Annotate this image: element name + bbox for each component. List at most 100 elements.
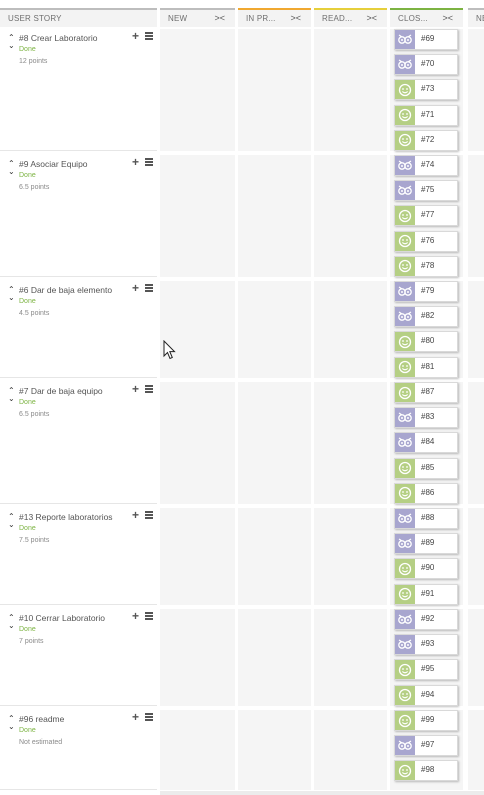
user-story-title[interactable]: #13 Reporte laboratorios [19, 512, 113, 522]
task-card[interactable]: #70 [394, 54, 458, 76]
task-card[interactable]: #99 [394, 710, 458, 731]
task-ref: #99 [421, 715, 435, 724]
task-card[interactable]: #78 [394, 255, 458, 277]
bulk-add-icon[interactable] [145, 284, 153, 292]
task-ref: #87 [421, 387, 435, 396]
collapse-story-icon[interactable]: ⌃ ⌄ [8, 160, 15, 176]
collapse-story-icon[interactable]: ⌃ ⌄ [8, 387, 15, 403]
user-story-card: ⌃ ⌄ #10 Cerrar Laboratorio Done 7 points + [0, 609, 157, 706]
task-card[interactable]: #69 [394, 29, 458, 50]
collapse-story-icon[interactable]: ⌃ ⌄ [8, 513, 15, 529]
owl-avatar-icon [395, 509, 415, 528]
taskboard-cell [468, 508, 484, 605]
task-card[interactable]: #82 [394, 306, 458, 328]
task-card[interactable]: #83 [394, 407, 458, 429]
add-task-icon[interactable]: + [132, 382, 139, 396]
user-story-points: 7 points [19, 638, 44, 645]
task-card[interactable]: #74 [394, 155, 458, 176]
task-card[interactable]: #71 [394, 104, 458, 126]
task-ref: #71 [421, 109, 435, 119]
user-story-status: Done [19, 399, 36, 406]
task-card[interactable]: #87 [394, 382, 458, 403]
column-title: USER STORY [8, 14, 62, 23]
collapse-story-icon[interactable]: ⌃ ⌄ [8, 34, 15, 50]
smiley-avatar-icon [395, 685, 415, 705]
fold-column-icon[interactable]: >< [290, 13, 301, 23]
user-story-title[interactable]: #7 Dar de baja equipo [19, 386, 103, 396]
task-ref: #84 [421, 437, 435, 447]
fold-column-icon[interactable]: >< [442, 13, 453, 23]
user-story-status: Done [19, 46, 36, 53]
add-task-icon[interactable]: + [132, 508, 139, 522]
task-ref: #80 [421, 336, 435, 346]
add-task-icon[interactable]: + [132, 609, 139, 623]
task-card[interactable]: #76 [394, 230, 458, 252]
collapse-story-icon[interactable]: ⌃ ⌄ [8, 614, 15, 630]
add-task-icon[interactable]: + [132, 29, 139, 43]
fold-column-icon[interactable]: >< [214, 13, 225, 23]
task-card[interactable]: #73 [394, 79, 458, 101]
column-header-status-4: CLOS... >< [390, 8, 463, 27]
task-card[interactable]: #98 [394, 760, 458, 782]
owl-avatar-icon [395, 610, 415, 629]
taskboard-cell [314, 382, 387, 504]
taskboard-cell [314, 710, 387, 790]
taskboard-header: USER STORY NEW >< IN PR... >< READ... >< CLOS..… [0, 8, 484, 27]
task-ref: #76 [421, 235, 435, 245]
user-story-title[interactable]: #10 Cerrar Laboratorio [19, 613, 105, 623]
taskboard-cell [238, 508, 311, 605]
taskboard-cell [160, 791, 484, 795]
user-story-points: Not estimated [19, 739, 63, 746]
task-card[interactable]: #75 [394, 180, 458, 202]
bulk-add-icon[interactable] [145, 158, 153, 166]
bulk-add-icon[interactable] [145, 612, 153, 620]
user-story-title[interactable]: #6 Dar de baja elemento [19, 285, 112, 295]
task-card[interactable]: #92 [394, 609, 458, 630]
story-swimlane: ⌃ ⌄ #96 readme Done Not estimated + #99 #97 #98 [0, 710, 484, 790]
smiley-avatar-icon [395, 80, 415, 100]
task-card[interactable]: #97 [394, 735, 458, 757]
collapse-story-icon[interactable]: ⌃ ⌄ [8, 715, 15, 731]
user-story-card: ⌃ ⌄ #6 Dar de baja elemento Done 4.5 points + [0, 281, 157, 378]
user-story-card: ⌃ ⌄ #96 readme Done Not estimated + [0, 710, 157, 790]
add-task-icon[interactable]: + [132, 710, 139, 724]
owl-avatar-icon [395, 181, 415, 201]
collapse-story-icon[interactable]: ⌃ ⌄ [8, 286, 15, 302]
add-task-icon[interactable]: + [132, 281, 139, 295]
task-card[interactable]: #94 [394, 684, 458, 706]
task-card[interactable]: #93 [394, 634, 458, 656]
task-card[interactable]: #85 [394, 457, 458, 479]
task-card[interactable]: #77 [394, 205, 458, 227]
column-header-status-5: NE [468, 8, 484, 27]
task-card[interactable]: #90 [394, 558, 458, 580]
taskboard-cell [468, 609, 484, 706]
add-task-icon[interactable]: + [132, 155, 139, 169]
user-story-title[interactable]: #96 readme [19, 714, 64, 724]
task-card[interactable]: #86 [394, 482, 458, 504]
task-card[interactable]: #84 [394, 432, 458, 454]
taskboard-cell [160, 155, 235, 277]
user-story-card: ⌃ ⌄ #7 Dar de baja equipo Done 6.5 points + [0, 382, 157, 504]
bulk-add-icon[interactable] [145, 385, 153, 393]
task-card[interactable]: #88 [394, 508, 458, 529]
user-story-title[interactable]: #9 Asociar Equipo [19, 159, 88, 169]
task-card[interactable]: #89 [394, 533, 458, 555]
owl-avatar-icon [395, 534, 415, 554]
task-card[interactable]: #95 [394, 659, 458, 681]
smiley-avatar-icon [395, 206, 415, 226]
task-card[interactable]: #80 [394, 331, 458, 353]
task-card[interactable]: #72 [394, 129, 458, 151]
fold-column-icon[interactable]: >< [366, 13, 377, 23]
task-card[interactable]: #91 [394, 583, 458, 605]
task-card[interactable]: #81 [394, 356, 458, 378]
smiley-avatar-icon [395, 383, 415, 402]
column-header-status-3: READ... >< [314, 8, 387, 27]
bulk-add-icon[interactable] [145, 32, 153, 40]
task-card[interactable]: #79 [394, 281, 458, 302]
column-header-status-1: NEW >< [160, 8, 235, 27]
bulk-add-icon[interactable] [145, 713, 153, 721]
taskboard-cell [314, 155, 387, 277]
taskboard-cell [468, 155, 484, 277]
bulk-add-icon[interactable] [145, 511, 153, 519]
user-story-title[interactable]: #8 Crear Laboratorio [19, 33, 97, 43]
